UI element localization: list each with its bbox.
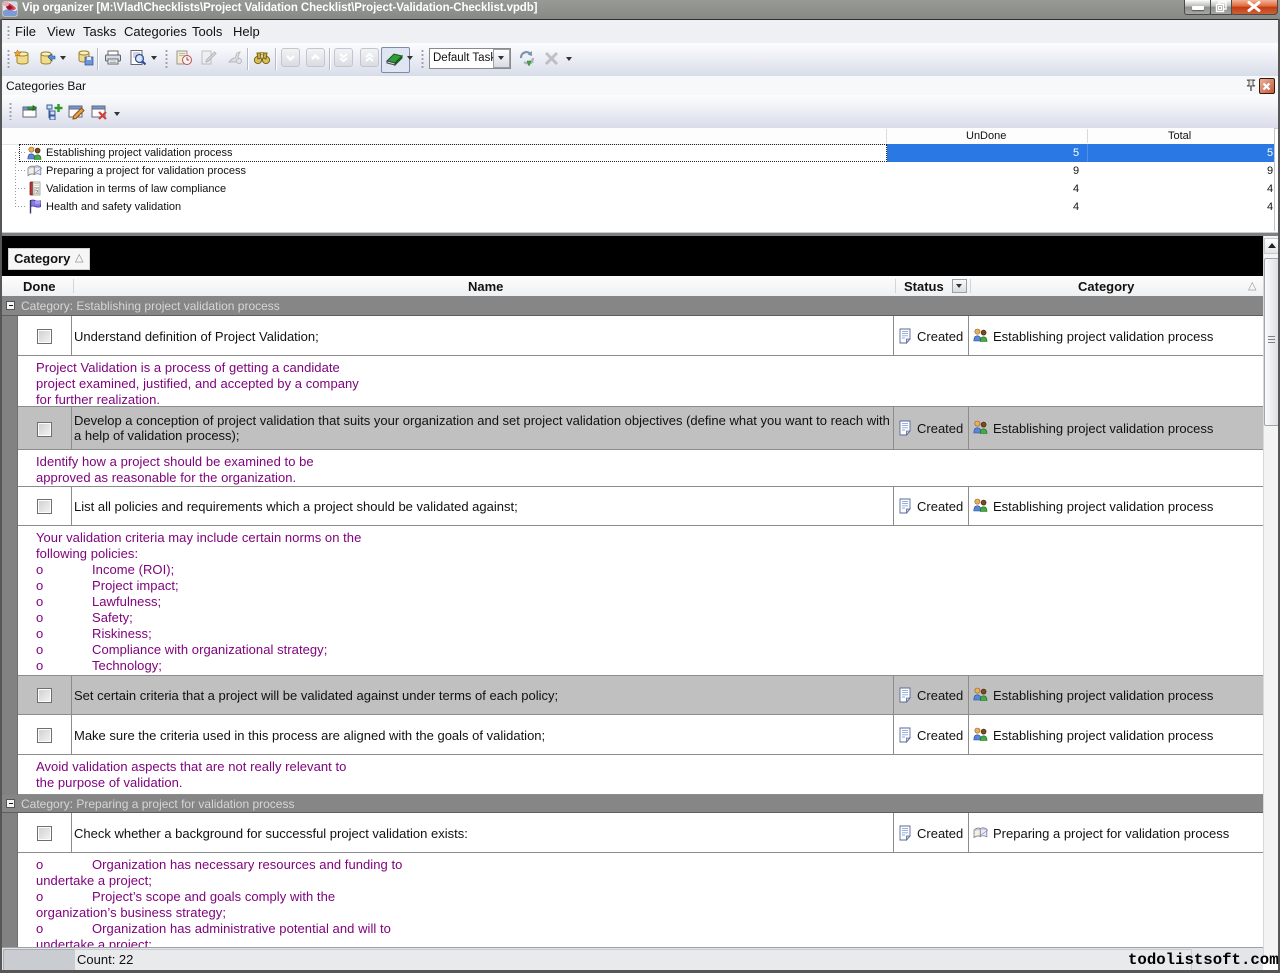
svg-text:5: 5 <box>35 189 38 195</box>
